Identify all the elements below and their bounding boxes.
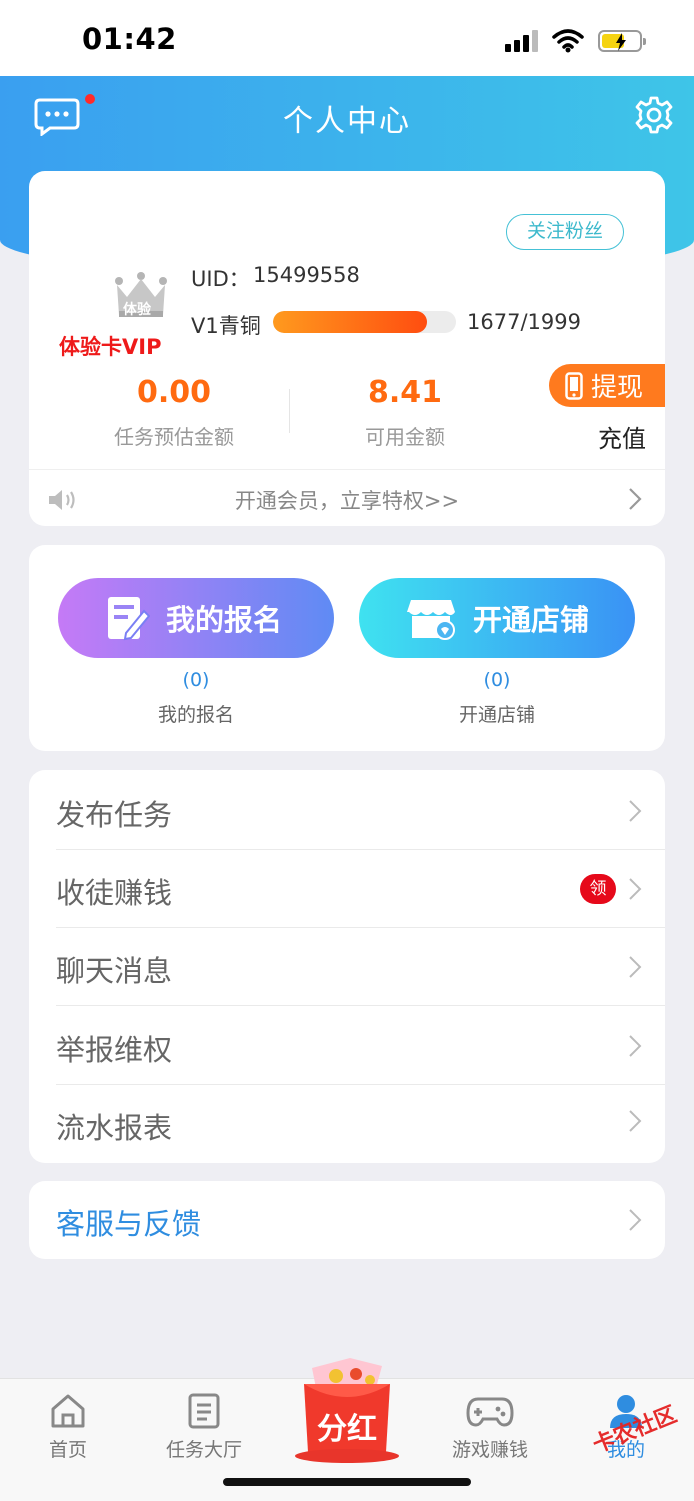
my-signup-button[interactable]: 我的报名 xyxy=(58,578,334,658)
status-time: 01:42 xyxy=(82,22,177,56)
available-amount-value[interactable]: 8.41 xyxy=(305,375,505,410)
chevron-right-icon xyxy=(629,1035,642,1057)
gamepad-icon xyxy=(466,1397,514,1427)
my-signup-caption: 我的报名 xyxy=(157,704,234,726)
menu-item-label: 发布任务 xyxy=(56,798,173,832)
cellular-signal-icon xyxy=(505,30,538,52)
tab-dividend[interactable]: 分红 xyxy=(290,1354,404,1464)
status-bar: 01:42 xyxy=(0,0,694,76)
uid-label: UID： xyxy=(191,267,250,291)
claim-badge: 领 xyxy=(580,874,616,904)
menu-item-label: 聊天消息 xyxy=(56,954,173,988)
message-icon[interactable] xyxy=(34,98,80,136)
chevron-right-icon xyxy=(629,1209,642,1231)
phone-icon xyxy=(565,371,583,400)
battery-icon xyxy=(598,30,646,52)
card-divider xyxy=(29,469,665,470)
form-edit-icon xyxy=(108,597,150,641)
recharge-link[interactable]: 充值 xyxy=(598,419,646,454)
service-feedback-label: 客服与反馈 xyxy=(56,1207,202,1241)
vip-label: 体验卡VIP xyxy=(59,335,162,359)
my-signup-count: (0) xyxy=(182,669,210,691)
tab-label: 首页 xyxy=(48,1439,87,1461)
level-label: V1青铜 xyxy=(191,314,261,338)
dividend-label: 分红 xyxy=(317,1412,377,1447)
tab-task-hall[interactable]: 任务大厅 xyxy=(144,1393,264,1462)
open-shop-button[interactable]: 开通店铺 xyxy=(359,578,635,658)
vip-promo-link[interactable]: 开通会员，立享特权>> xyxy=(29,485,665,515)
estimated-amount-label: 任务预估金额 xyxy=(114,425,234,449)
level-progress-bar xyxy=(273,311,456,333)
follow-fans-button[interactable]: 关注粉丝 xyxy=(506,214,624,250)
level-progress-text: 1677/1999 xyxy=(467,310,581,334)
profile-card: 关注粉丝 体验 体验卡VIP UID： 15499558 V1青铜 1677/1… xyxy=(29,171,665,526)
chevron-right-icon xyxy=(629,878,642,900)
chevron-right-icon xyxy=(629,956,642,978)
tab-label: 任务大厅 xyxy=(165,1439,242,1461)
task-hall-icon xyxy=(188,1393,220,1429)
menu-item-chat-messages[interactable]: 聊天消息 xyxy=(29,928,665,1006)
chevron-right-icon xyxy=(629,1110,642,1132)
level-progress-fill xyxy=(273,311,427,333)
settings-gear-icon[interactable] xyxy=(634,95,674,135)
menu-item-label: 收徒赚钱 xyxy=(56,876,173,910)
home-icon xyxy=(51,1394,85,1428)
withdraw-button[interactable]: 提现 xyxy=(549,364,665,407)
open-shop-label: 开通店铺 xyxy=(473,603,590,637)
stat-divider xyxy=(289,389,290,433)
wifi-icon xyxy=(552,29,584,53)
menu-item-label: 流水报表 xyxy=(56,1111,173,1145)
tab-label: 游戏赚钱 xyxy=(451,1439,528,1461)
uid-value: 15499558 xyxy=(253,263,360,287)
home-indicator xyxy=(223,1478,471,1486)
open-shop-caption: 开通店铺 xyxy=(458,704,535,726)
status-icons xyxy=(505,26,646,56)
available-amount-label: 可用金额 xyxy=(365,425,445,449)
action-card: 我的报名 开通店铺 (0) 我的报名 (0) 开通店铺 xyxy=(29,545,665,751)
withdraw-label: 提现 xyxy=(591,373,644,403)
shop-icon xyxy=(407,600,455,640)
menu-item-recruit-earn[interactable]: 收徒赚钱 xyxy=(29,850,665,928)
menu-item-transaction-report[interactable]: 流水报表 xyxy=(29,1085,665,1163)
menu-item-label: 举报维权 xyxy=(56,1033,173,1067)
page-title: 个人中心 xyxy=(283,104,411,139)
menu-item-report-rights[interactable]: 举报维权 xyxy=(29,1007,665,1085)
service-feedback-item[interactable]: 客服与反馈 xyxy=(29,1181,665,1259)
crown-text: 体验 xyxy=(123,302,151,318)
menu-item-publish-task[interactable]: 发布任务 xyxy=(29,772,665,850)
menu-card: 发布任务 收徒赚钱 聊天消息 举报维权 流水报表 领 xyxy=(29,770,665,1163)
chevron-right-icon xyxy=(629,488,642,510)
open-shop-count: (0) xyxy=(483,669,511,691)
tab-game-earn[interactable]: 游戏赚钱 xyxy=(430,1393,550,1462)
tab-home[interactable]: 首页 xyxy=(8,1393,128,1462)
estimated-amount-value[interactable]: 0.00 xyxy=(74,375,274,410)
my-signup-label: 我的报名 xyxy=(166,603,283,637)
notification-dot xyxy=(85,94,95,104)
chevron-right-icon xyxy=(629,800,642,822)
